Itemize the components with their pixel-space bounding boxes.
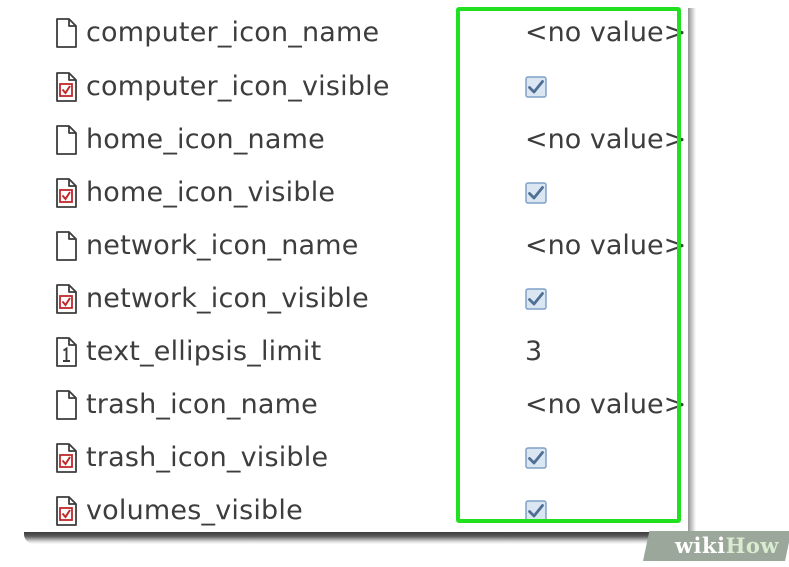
key-name: network_icon_visible — [86, 283, 369, 314]
key-name: home_icon_visible — [86, 177, 336, 208]
panel-right-shadow — [688, 8, 696, 536]
boolean-key-icon — [56, 71, 77, 102]
boolean-key-icon — [56, 283, 77, 314]
integer-key-icon — [56, 336, 77, 367]
key-name: text_ellipsis_limit — [86, 336, 322, 367]
boolean-key-icon — [56, 442, 77, 473]
string-key-icon — [56, 17, 77, 48]
key-name: trash_icon_visible — [86, 442, 329, 473]
string-key-icon — [56, 389, 77, 420]
key-name: network_icon_name — [86, 230, 359, 261]
key-name: volumes_visible — [86, 495, 303, 526]
boolean-key-icon — [56, 495, 77, 526]
key-name: trash_icon_name — [86, 389, 318, 420]
watermark-part1: wiki — [674, 533, 726, 558]
string-key-icon — [56, 124, 77, 155]
watermark-part2: How — [725, 533, 779, 558]
key-name: computer_icon_name — [86, 17, 380, 48]
key-name: home_icon_name — [86, 124, 325, 155]
watermark: wikiHow — [675, 533, 779, 558]
string-key-icon — [56, 230, 77, 261]
boolean-key-icon — [56, 177, 77, 208]
key-name: computer_icon_visible — [86, 71, 390, 102]
value-column-highlight — [456, 7, 681, 523]
